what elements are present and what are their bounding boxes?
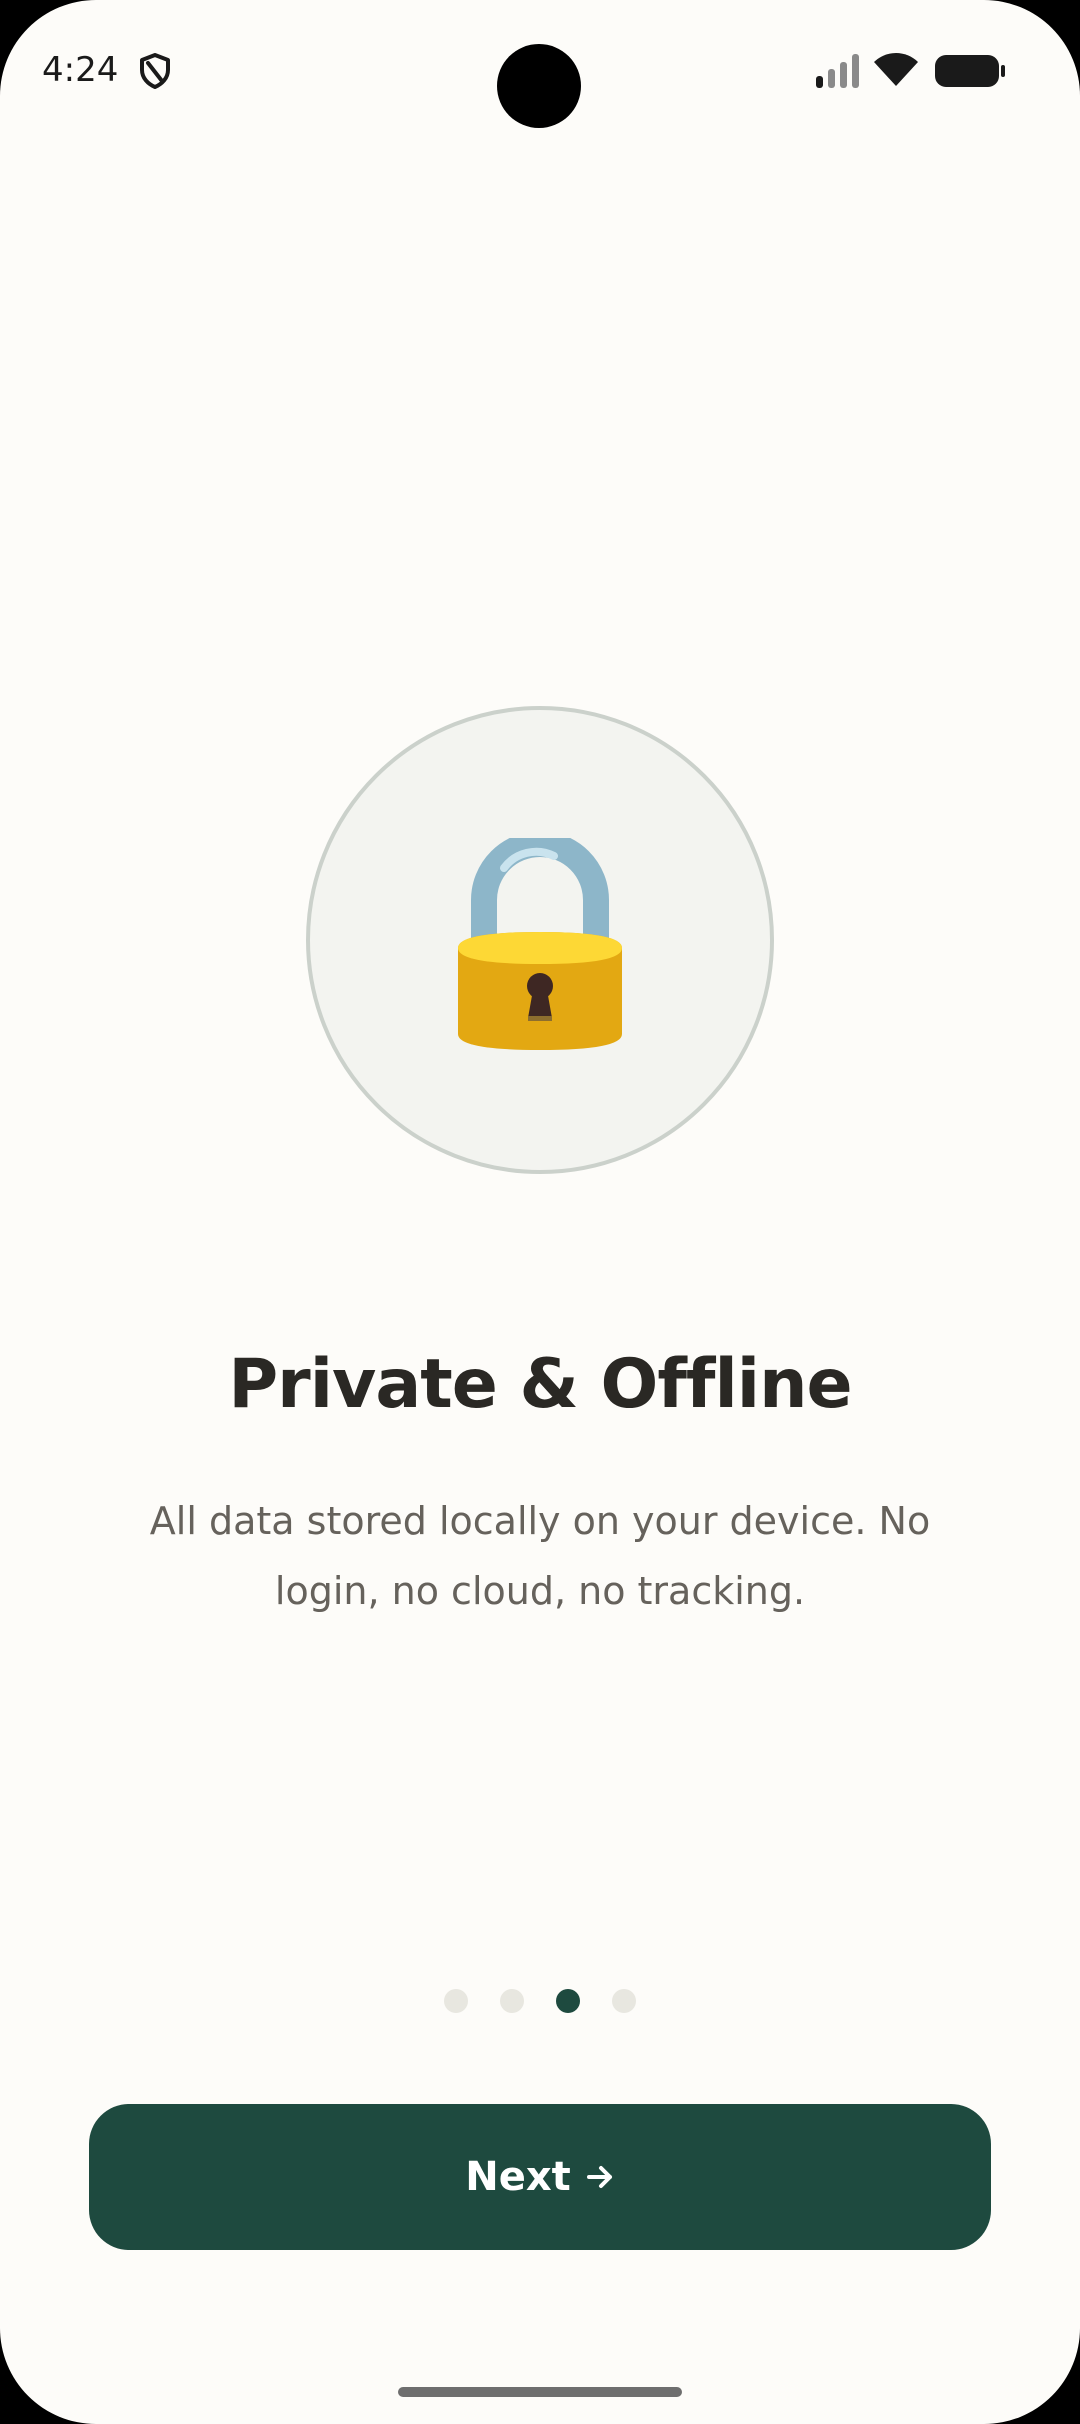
page-indicator: [0, 1989, 1080, 2013]
shield-icon: [140, 53, 170, 89]
front-camera: [497, 44, 581, 128]
onboarding-description: All data stored locally on your device. …: [149, 1499, 931, 1613]
wifi-icon: [874, 53, 918, 86]
onboarding-screen: 4:24 Private & Offline All data stored l…: [0, 0, 1080, 2424]
page-dot-4[interactable]: [612, 1989, 636, 2013]
padlock-icon: [458, 838, 622, 1050]
cellular-signal-icon: [816, 54, 859, 88]
home-indicator[interactable]: [398, 2387, 682, 2397]
page-dot-2[interactable]: [500, 1989, 524, 2013]
battery-icon: [935, 55, 1005, 87]
next-button[interactable]: Next: [89, 2104, 991, 2250]
status-time: 4:24: [42, 50, 119, 90]
page-dot-3-active[interactable]: [556, 1989, 580, 2013]
arrow-right-icon: [586, 2166, 612, 2188]
onboarding-title: Private & Offline: [228, 1345, 852, 1424]
status-bar: 4:24: [0, 0, 1080, 140]
page-dot-1[interactable]: [444, 1989, 468, 2013]
next-button-label: Next: [465, 2154, 571, 2200]
